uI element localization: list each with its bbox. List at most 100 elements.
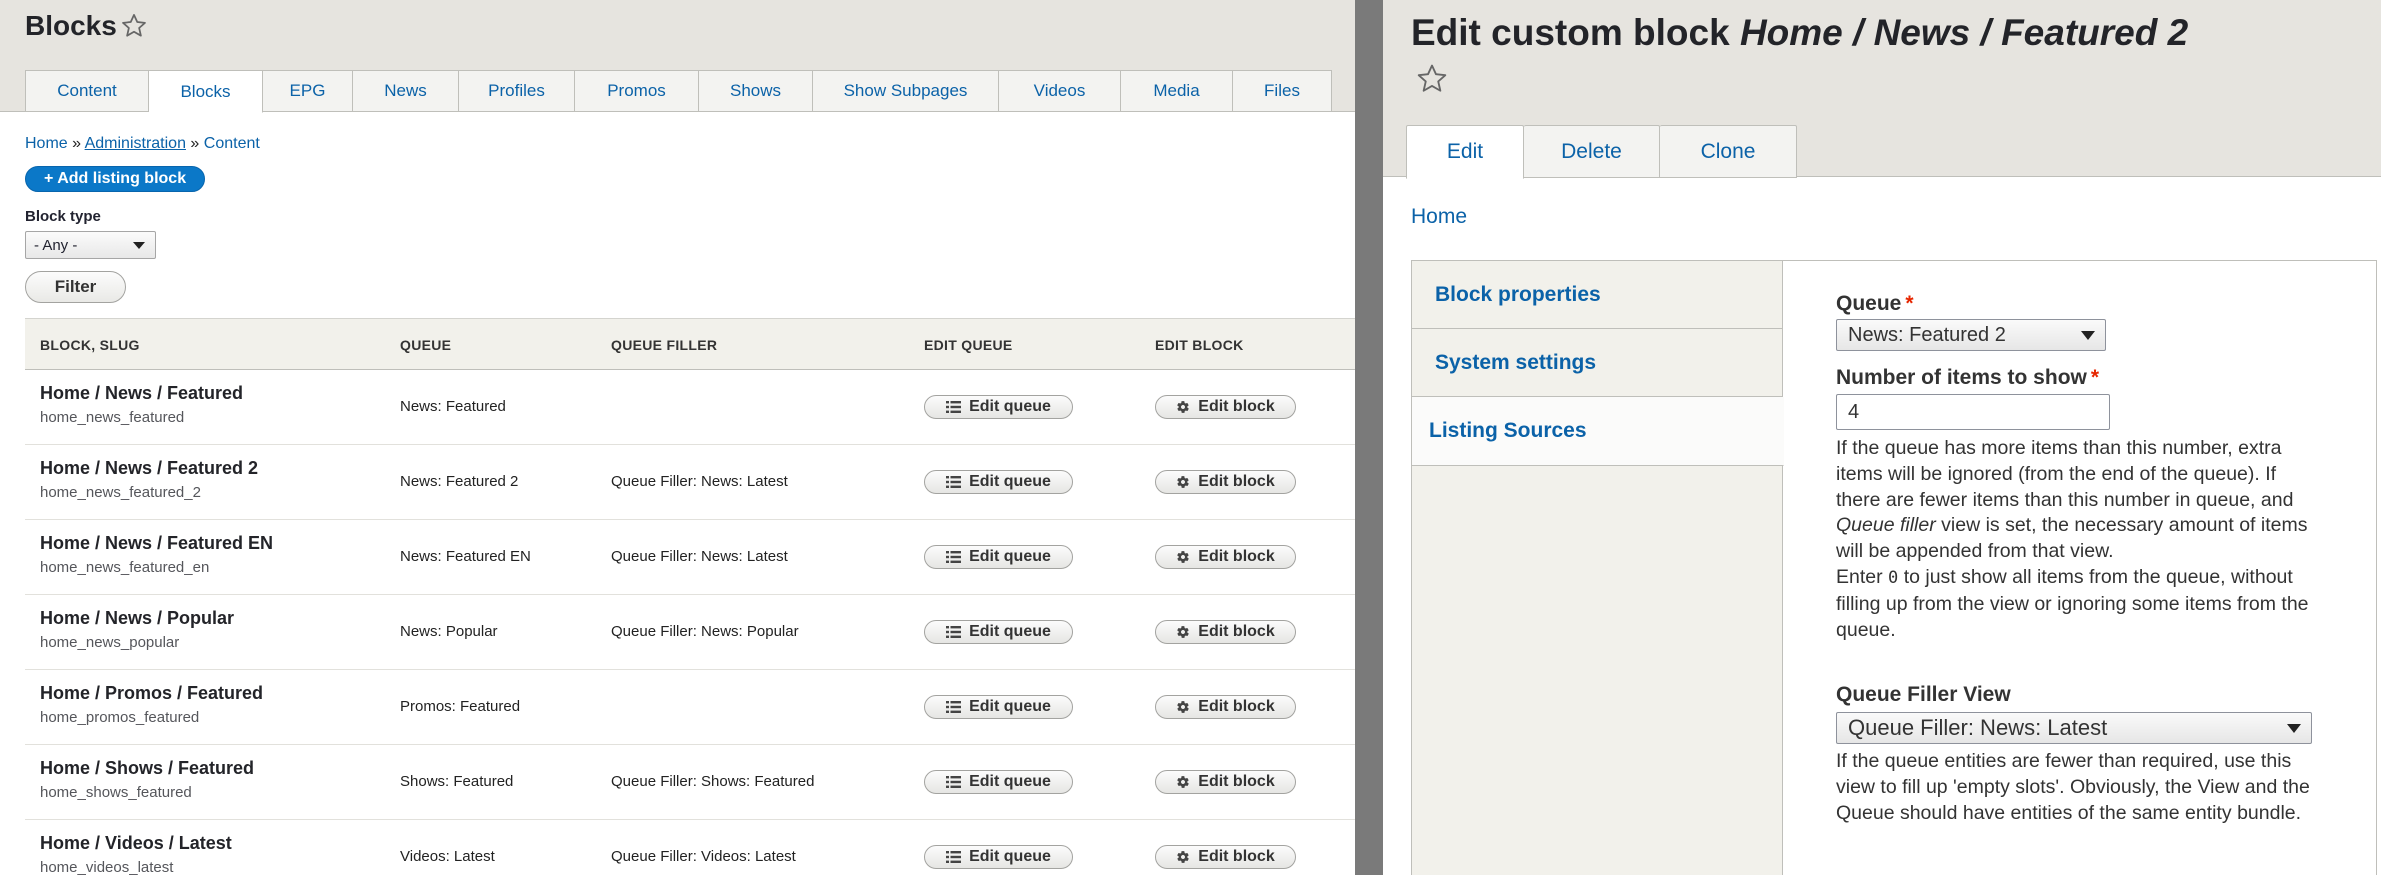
table-row: Home / Promos / Featured home_promos_feat… <box>25 670 1355 745</box>
queue-label: Queue * <box>1836 292 1914 315</box>
breadcrumb-home[interactable]: Home <box>1411 205 1467 229</box>
table-row: Home / News / Featured EN home_news_featu… <box>25 520 1355 595</box>
listing-sources-pane: Queue * News: Featured 2 Number of items … <box>1784 261 2376 875</box>
gear-icon <box>1177 776 1190 788</box>
table-row: Home / News / Featured 2 home_news_featur… <box>25 445 1355 520</box>
page-header: Blocks Content Blocks EPG News Profiles Promo… <box>0 0 1355 113</box>
table-row: Home / News / Popular home_news_popular Ne… <box>25 595 1355 670</box>
list-icon <box>946 476 962 488</box>
edit-queue-button[interactable]: Edit queue <box>924 545 1073 569</box>
gear-icon <box>1177 626 1190 638</box>
tab-content[interactable]: Content <box>25 70 149 112</box>
tab-files[interactable]: Files <box>1233 70 1332 112</box>
tab-shows[interactable]: Shows <box>699 70 813 112</box>
edit-queue-button[interactable]: Edit queue <box>924 620 1073 644</box>
breadcrumb-home[interactable]: Home <box>25 135 68 152</box>
edit-block-button[interactable]: Edit block <box>1155 845 1296 869</box>
block-queue: News: Featured EN <box>400 548 531 565</box>
tab-promos[interactable]: Promos <box>575 70 699 112</box>
queue-filler-view-description: If the queue entities are fewer than req… <box>1836 750 2310 824</box>
gear-icon <box>1177 851 1190 863</box>
chevron-down-icon <box>133 242 145 249</box>
edit-block-panel: Edit custom block Home / News / Featured… <box>1383 0 2381 875</box>
chevron-down-icon <box>2081 331 2095 340</box>
tab-media[interactable]: Media <box>1121 70 1233 112</box>
block-title: Home / News / Featured EN <box>40 533 274 553</box>
column-header-block-slug[interactable]: BLOCK, SLUG <box>40 337 140 353</box>
panel-tabs: Edit Delete Clone <box>1406 125 1797 179</box>
block-type-select[interactable]: - Any - <box>25 231 156 259</box>
edit-queue-button[interactable]: Edit queue <box>924 770 1073 794</box>
edit-block-button[interactable]: Edit block <box>1155 470 1296 494</box>
edit-queue-label: Edit queue <box>969 398 1051 415</box>
queue-select[interactable]: News: Featured 2 <box>1836 319 2106 351</box>
block-queue: News: Featured <box>400 398 506 415</box>
edit-block-button[interactable]: Edit block <box>1155 545 1296 569</box>
edit-queue-button[interactable]: Edit queue <box>924 695 1073 719</box>
items-to-show-value: 4 <box>1848 400 1860 423</box>
block-slug: home_promos_featured <box>40 709 200 726</box>
block-title: Home / News / Featured <box>40 383 244 403</box>
block-title: Home / Promos / Featured <box>40 683 264 703</box>
edit-queue-button[interactable]: Edit queue <box>924 470 1073 494</box>
block-queue: Promos: Featured <box>400 698 521 715</box>
breadcrumb: Home » Administration » Content <box>25 135 260 153</box>
vertical-tab-listing-sources[interactable]: Listing Sources <box>1412 397 1784 466</box>
breadcrumb-administration[interactable]: Administration <box>85 135 186 152</box>
list-icon <box>946 776 962 788</box>
column-header-edit-queue: EDIT QUEUE <box>924 337 1013 353</box>
edit-queue-label: Edit queue <box>969 698 1051 715</box>
block-slug: home_shows_featured <box>40 784 192 801</box>
gear-icon <box>1177 701 1190 713</box>
tab-show-subpages[interactable]: Show Subpages <box>813 70 999 112</box>
edit-block-label: Edit block <box>1198 473 1275 490</box>
gear-icon <box>1177 551 1190 563</box>
edit-block-button[interactable]: Edit block <box>1155 395 1296 419</box>
page-title: Blocks <box>25 10 117 41</box>
column-header-queue[interactable]: QUEUE <box>400 337 451 353</box>
edit-block-button[interactable]: Edit block <box>1155 770 1296 794</box>
edit-block-button[interactable]: Edit block <box>1155 620 1296 644</box>
tab-profiles[interactable]: Profiles <box>459 70 575 112</box>
dialog-overlay-divider <box>1355 0 1383 875</box>
tab-news[interactable]: News <box>353 70 459 112</box>
add-listing-block-button[interactable]: + Add listing block <box>25 166 206 192</box>
primary-tabs: Content Blocks EPG News Profiles Promos Shows S… <box>25 70 1332 113</box>
block-title: Home / News / Popular <box>40 608 235 628</box>
tab-edit[interactable]: Edit <box>1406 125 1524 179</box>
filter-button[interactable]: Filter <box>25 271 126 303</box>
block-slug: home_news_featured <box>40 409 185 426</box>
block-slug: home_news_popular <box>40 634 180 651</box>
edit-queue-label: Edit queue <box>969 623 1051 640</box>
block-slug: home_news_featured_en <box>40 559 210 576</box>
edit-block-label: Edit block <box>1198 548 1275 565</box>
star-icon[interactable] <box>1415 62 1449 96</box>
table-row: Home / Shows / Featured home_shows_featur… <box>25 745 1355 820</box>
queue-filler-view-select[interactable]: Queue Filler: News: Latest <box>1836 712 2312 744</box>
tab-epg[interactable]: EPG <box>263 70 353 112</box>
block-queue: News: Featured 2 <box>400 473 519 490</box>
edit-queue-button[interactable]: Edit queue <box>924 845 1073 869</box>
list-icon <box>946 701 962 713</box>
blocks-table: BLOCK, SLUG QUEUE QUEUE FILLER EDIT QUEU… <box>25 318 1355 875</box>
tab-clone[interactable]: Clone <box>1660 125 1797 178</box>
vertical-tab-system-settings[interactable]: System settings <box>1412 329 1783 397</box>
list-icon <box>946 626 962 638</box>
tab-blocks[interactable]: Blocks <box>149 70 263 113</box>
queue-filler-view-label: Queue Filler View <box>1836 683 2011 706</box>
panel-title-prefix: Edit custom block <box>1411 12 1740 53</box>
block-type-value: - Any - <box>34 236 78 254</box>
items-to-show-input[interactable]: 4 <box>1836 394 2110 430</box>
edit-queue-button[interactable]: Edit queue <box>924 395 1073 419</box>
star-icon[interactable] <box>120 12 148 40</box>
vertical-tab-block-properties[interactable]: Block properties <box>1412 261 1783 329</box>
list-icon <box>946 851 962 863</box>
table-row: Home / Videos / Latest home_videos_latest… <box>25 820 1355 875</box>
edit-block-button[interactable]: Edit block <box>1155 695 1296 719</box>
block-queue-filler: Queue Filler: Videos: Latest <box>611 848 796 865</box>
tab-delete[interactable]: Delete <box>1524 125 1660 178</box>
edit-block-label: Edit block <box>1198 698 1275 715</box>
tab-videos[interactable]: Videos <box>999 70 1121 112</box>
column-header-queue-filler[interactable]: QUEUE FILLER <box>611 337 717 353</box>
breadcrumb-content[interactable]: Content <box>204 135 260 152</box>
